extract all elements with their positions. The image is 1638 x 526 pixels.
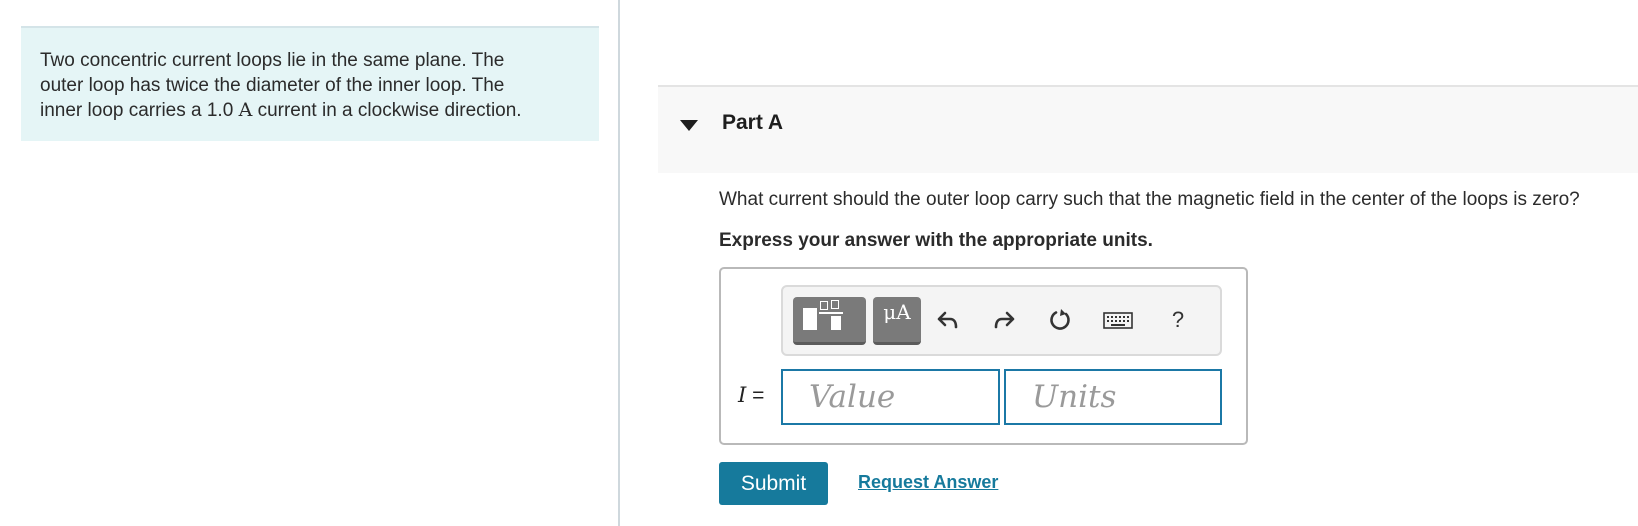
reset-icon[interactable] [1045, 305, 1075, 335]
part-header[interactable]: Part A [658, 85, 1638, 173]
intro-line-3-post: current in a clockwise direction. [252, 100, 522, 121]
value-input[interactable]: Value [781, 369, 1000, 425]
panel-divider [618, 0, 620, 526]
request-answer-link[interactable]: Request Answer [858, 472, 998, 493]
units-icon-label: μA [883, 300, 911, 324]
submit-button[interactable]: Submit [719, 462, 828, 505]
math-toolbar: μA ? [781, 285, 1222, 356]
redo-icon[interactable] [989, 305, 1019, 335]
part-title: Part A [722, 111, 784, 134]
units-button[interactable]: μA [873, 297, 921, 345]
units-input[interactable]: Units [1004, 369, 1222, 425]
page: Two concentric current loops lie in the … [0, 0, 1638, 526]
question-text: What current should the outer loop carry… [719, 189, 1580, 210]
intro-line-3: inner loop carries a 1.0 A current in a … [40, 98, 581, 123]
problem-intro: Two concentric current loops lie in the … [21, 26, 599, 141]
help-icon[interactable]: ? [1163, 305, 1193, 335]
templates-icon[interactable] [793, 297, 866, 345]
undo-icon[interactable] [933, 305, 963, 335]
answer-equals: = [746, 384, 765, 407]
intro-line-3-pre: inner loop carries a 1.0 [40, 100, 239, 121]
keyboard-icon[interactable] [1103, 305, 1133, 335]
instruction-text: Express your answer with the appropriate… [719, 230, 1153, 251]
intro-current-unit: A [238, 99, 253, 121]
collapse-caret-icon[interactable] [680, 120, 698, 131]
answer-variable-label: I = [738, 383, 764, 408]
intro-line-2: outer loop has twice the diameter of the… [40, 75, 505, 96]
answer-box: μA ? I = Value Units [719, 267, 1248, 445]
intro-line-1: Two concentric current loops lie in the … [40, 50, 505, 71]
